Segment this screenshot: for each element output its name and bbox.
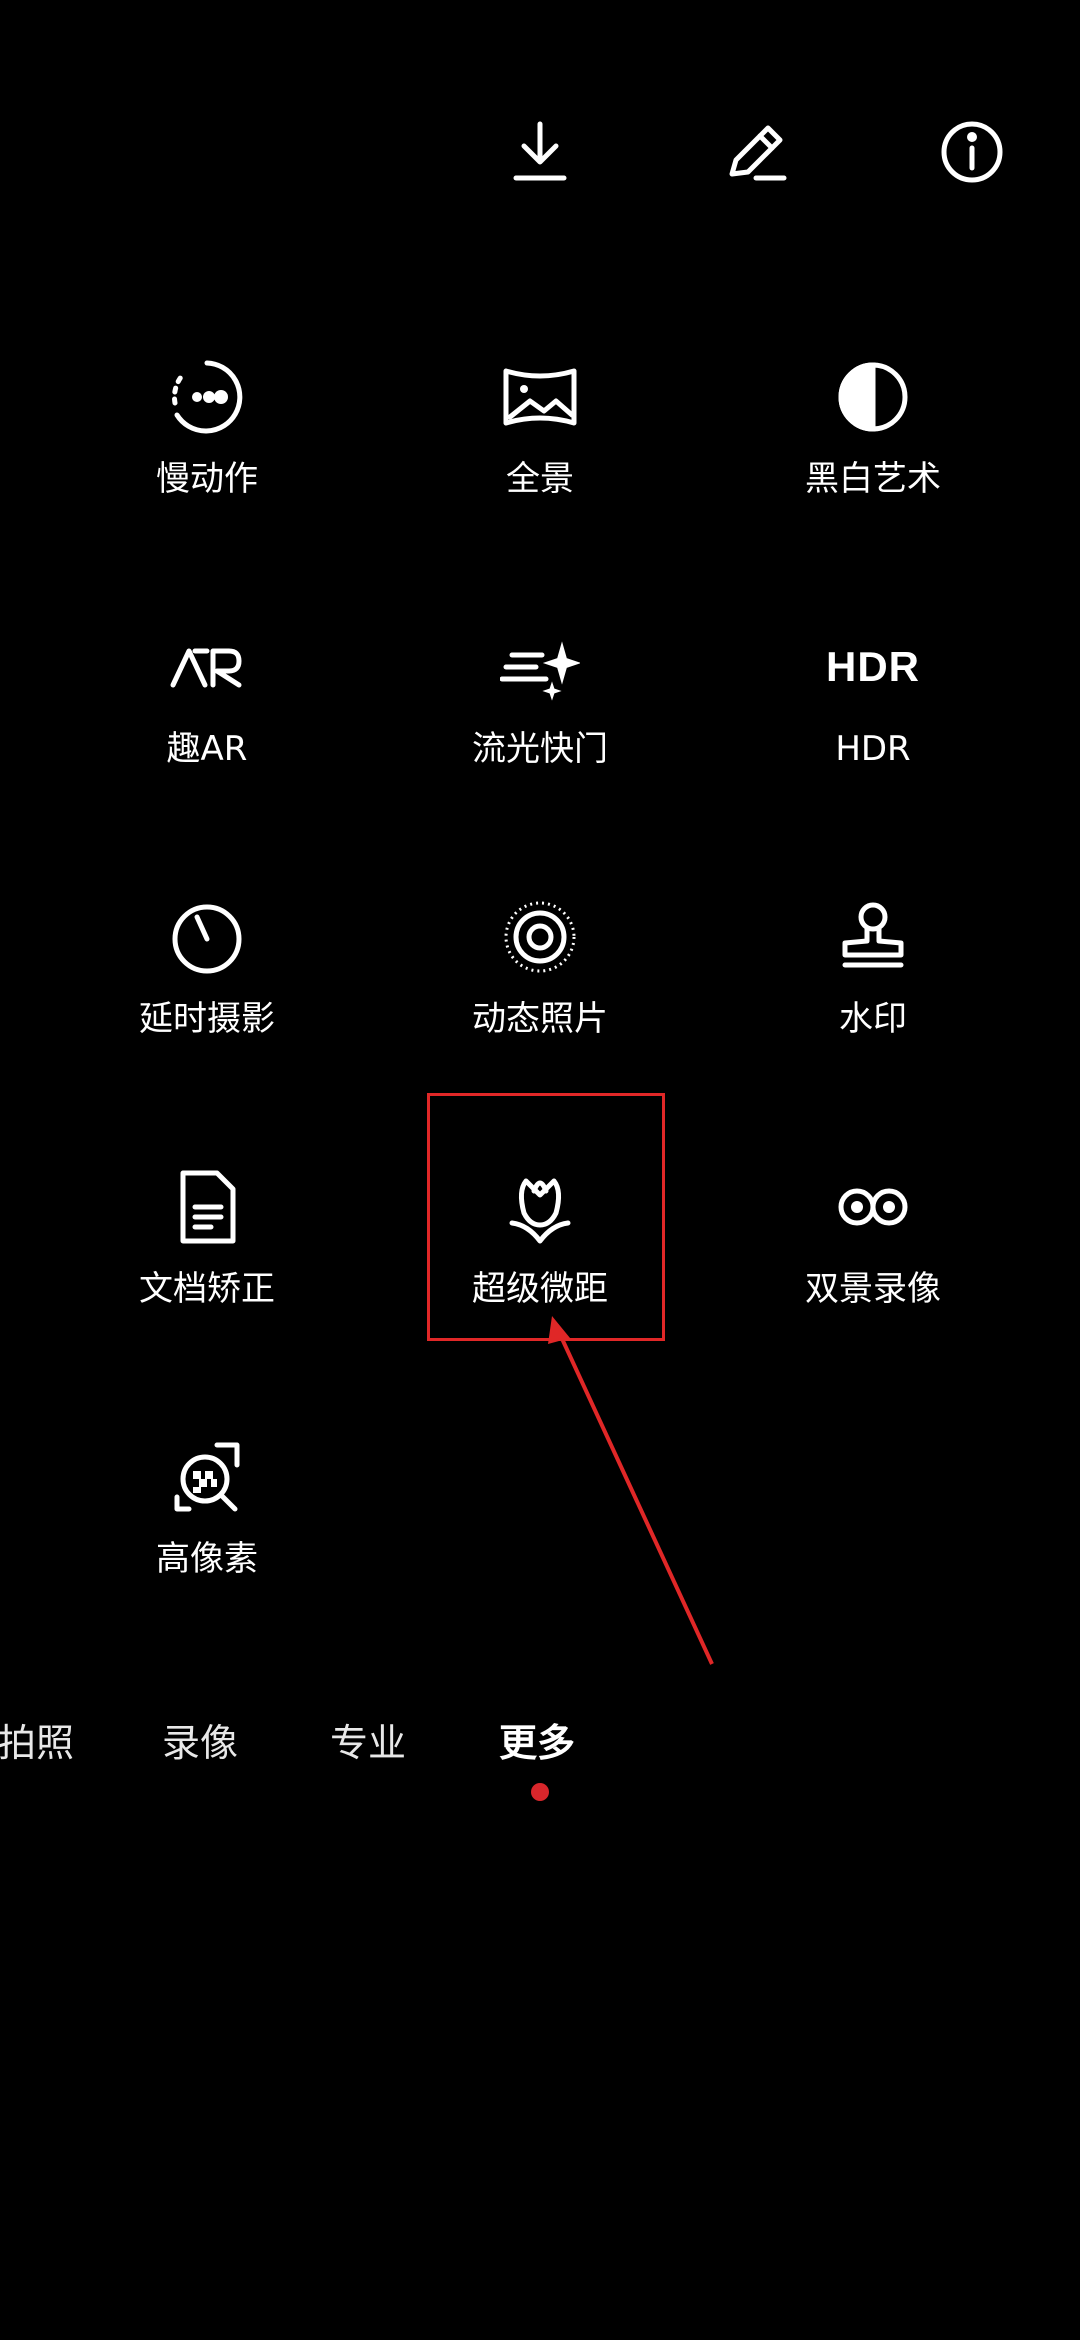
- dual-view-icon: [831, 1165, 915, 1249]
- mode-label: 双景录像: [805, 1269, 941, 1309]
- watermark-icon: [831, 895, 915, 979]
- mode-label: 全景: [506, 459, 574, 499]
- mode-dual-view[interactable]: 双景录像: [723, 1165, 1023, 1365]
- info-icon[interactable]: [930, 110, 1014, 194]
- mode-tabs: 拍照 录像 专业 更多: [0, 1715, 1080, 1775]
- mode-label: 趣AR: [166, 729, 248, 769]
- panorama-icon: [498, 355, 582, 439]
- active-tab-indicator: [531, 1783, 549, 1801]
- mode-high-resolution[interactable]: 高像素: [57, 1435, 357, 1635]
- moving-picture-icon: [498, 895, 582, 979]
- tab-more[interactable]: 更多: [499, 1715, 575, 1771]
- timelapse-icon: [165, 895, 249, 979]
- monochrome-icon: [831, 355, 915, 439]
- mode-label: HDR: [835, 729, 911, 769]
- mode-label: 延时摄影: [139, 999, 275, 1039]
- hdr-icon: HDR: [826, 625, 919, 709]
- mode-label: 水印: [839, 999, 907, 1039]
- mode-label: 动态照片: [472, 999, 608, 1039]
- mode-document[interactable]: 文档矫正: [57, 1165, 357, 1365]
- ar-icon: [165, 625, 249, 709]
- mode-timelapse[interactable]: 延时摄影: [57, 895, 357, 1095]
- mode-watermark[interactable]: 水印: [723, 895, 1023, 1095]
- tab-video[interactable]: 录像: [162, 1715, 238, 1771]
- mode-panorama[interactable]: 全景: [390, 355, 690, 555]
- hdr-icon-text: HDR: [826, 643, 920, 690]
- mode-hdr[interactable]: HDR HDR: [723, 625, 1023, 825]
- mode-light-painting[interactable]: 流光快门: [390, 625, 690, 825]
- mode-monochrome[interactable]: 黑白艺术: [723, 355, 1023, 555]
- mode-slow-motion[interactable]: 慢动作: [57, 355, 357, 555]
- high-resolution-icon: [165, 1435, 249, 1519]
- light-painting-icon: [498, 625, 582, 709]
- tab-pro[interactable]: 专业: [330, 1715, 406, 1771]
- mode-ar[interactable]: 趣AR: [57, 625, 357, 825]
- download-icon[interactable]: [498, 110, 582, 194]
- mode-moving-picture[interactable]: 动态照片: [390, 895, 690, 1095]
- mode-label: 黑白艺术: [805, 459, 941, 499]
- highlight-box: [427, 1093, 665, 1341]
- document-icon: [165, 1165, 249, 1249]
- mode-label: 慢动作: [156, 459, 258, 499]
- slow-motion-icon: [165, 355, 249, 439]
- tab-photo[interactable]: 拍照: [0, 1715, 74, 1771]
- mode-label: 文档矫正: [139, 1269, 275, 1309]
- mode-label: 高像素: [156, 1539, 258, 1579]
- mode-label: 流光快门: [472, 729, 608, 769]
- edit-icon[interactable]: [714, 110, 798, 194]
